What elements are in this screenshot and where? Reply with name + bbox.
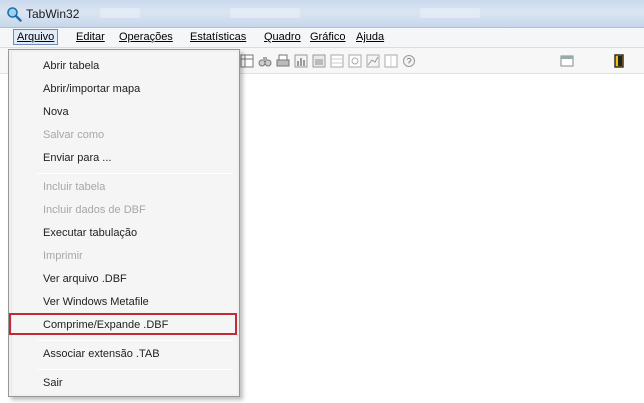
menu-item-abrir-tabela[interactable]: Abrir tabela bbox=[43, 60, 99, 72]
chart-icon[interactable] bbox=[312, 54, 326, 68]
title-decoration bbox=[420, 8, 480, 18]
menu-item-salvar-como: Salvar como bbox=[43, 129, 105, 141]
menu-estatisticas[interactable]: Estatísticas bbox=[190, 31, 246, 43]
arquivo-dropdown-menu: Abrir tabela Abrir/importar mapa Nova Sa… bbox=[8, 49, 240, 397]
menu-bar: Arquivo Editar Operações Estatísticas Qu… bbox=[0, 28, 644, 48]
title-decoration bbox=[230, 8, 300, 18]
menu-item-ver-windows-metafile[interactable]: Ver Windows Metafile bbox=[43, 296, 149, 308]
menu-item-imprimir: Imprimir bbox=[43, 250, 83, 262]
bar-chart-icon[interactable] bbox=[294, 54, 308, 68]
menu-operacoes[interactable]: Operações bbox=[119, 31, 173, 43]
menu-item-sair[interactable]: Sair bbox=[43, 377, 63, 389]
menu-arquivo[interactable]: Arquivo bbox=[13, 29, 59, 45]
menu-quadro[interactable]: Quadro bbox=[264, 31, 301, 43]
menu-item-incluir-dados-dbf: Incluir dados de DBF bbox=[43, 204, 146, 216]
window-title: TabWin32 bbox=[26, 7, 80, 21]
menu-item-executar-tabulacao[interactable]: Executar tabulação bbox=[43, 227, 137, 239]
app-magnifier-icon bbox=[7, 7, 22, 22]
print-icon[interactable] bbox=[276, 54, 290, 68]
menu-grafico[interactable]: Gráfico bbox=[310, 31, 345, 43]
menu-separator bbox=[37, 173, 233, 174]
menu-editar[interactable]: Editar bbox=[76, 31, 105, 43]
menu-separator bbox=[37, 369, 233, 370]
grid-icon[interactable] bbox=[330, 54, 344, 68]
grid-icon[interactable] bbox=[384, 54, 398, 68]
menu-panel bbox=[11, 52, 237, 394]
menu-item-abrir-importar-mapa[interactable]: Abrir/importar mapa bbox=[43, 83, 140, 95]
chart-icon[interactable] bbox=[366, 54, 380, 68]
grid-icon[interactable] bbox=[348, 54, 362, 68]
menu-item-incluir-tabela: Incluir tabela bbox=[43, 181, 106, 193]
help-icon[interactable] bbox=[402, 54, 416, 68]
title-decoration bbox=[100, 8, 140, 18]
window-icon[interactable] bbox=[560, 54, 574, 68]
table-icon[interactable] bbox=[240, 54, 254, 68]
menu-item-enviar-para[interactable]: Enviar para ... bbox=[43, 152, 111, 164]
menu-ajuda[interactable]: Ajuda bbox=[356, 31, 384, 43]
menu-item-associar-extensao-tab[interactable]: Associar extensão .TAB bbox=[43, 348, 160, 360]
menu-separator bbox=[37, 340, 233, 341]
highlight-box bbox=[9, 313, 237, 335]
menu-item-ver-arquivo-dbf[interactable]: Ver arquivo .DBF bbox=[43, 273, 127, 285]
title-bar: TabWin32 bbox=[0, 0, 644, 28]
binoculars-icon[interactable] bbox=[258, 54, 272, 68]
exit-door-icon[interactable] bbox=[612, 54, 626, 68]
menu-item-nova[interactable]: Nova bbox=[43, 106, 69, 118]
